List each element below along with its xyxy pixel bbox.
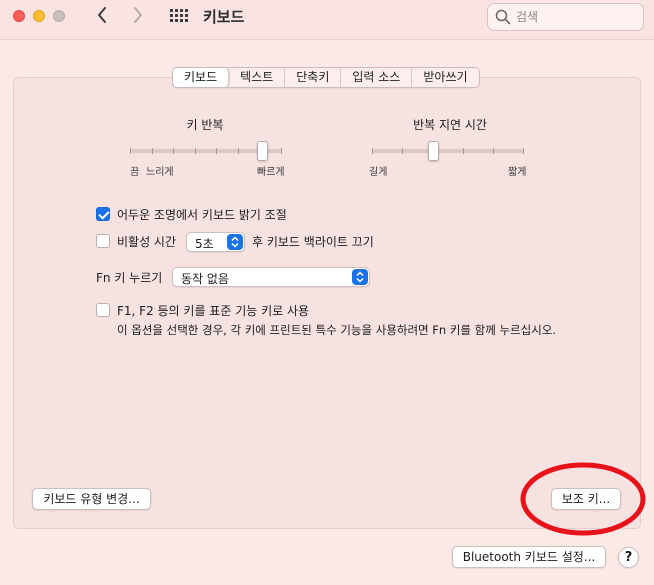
show-all-grid-icon[interactable]: [170, 9, 188, 23]
fn-key-label: Fn 키 누르기: [96, 271, 163, 285]
inactive-time-popup[interactable]: 5초: [186, 232, 245, 252]
repeat-delay-slider[interactable]: [372, 140, 524, 164]
tab-keyboard[interactable]: 키보드: [173, 68, 230, 87]
search-icon: [495, 9, 511, 25]
repeat-delay-tick: [463, 148, 464, 154]
key-repeat-tick: [281, 148, 282, 154]
fn-key-popup[interactable]: 동작 없음: [172, 267, 370, 287]
search-field[interactable]: [487, 3, 644, 31]
repeat-delay-tick: [523, 148, 524, 154]
repeat-delay-short-label: 짧게: [508, 167, 527, 178]
dim-light-label: 어두운 조명에서 키보드 밝기 조절: [117, 208, 287, 222]
chevron-right-icon: [134, 7, 142, 23]
chevron-left-icon: [98, 7, 106, 23]
tab-shortcuts[interactable]: 단축키: [285, 68, 342, 87]
repeat-delay-title: 반복 지연 시간: [413, 118, 487, 132]
inactive-backlight-label: 비활성 시간: [117, 235, 177, 249]
key-repeat-slow-label: 느리게: [146, 167, 174, 178]
close-window-button[interactable]: [13, 10, 25, 22]
bluetooth-keyboard-setup-button[interactable]: Bluetooth 키보드 설정...: [452, 546, 606, 568]
keyboard-preferences-window: 키보드 키보드 텍스트 단축키 입력 소스 받아쓰기 키 반복 끔 느리게 빠르…: [0, 0, 654, 585]
forward-button[interactable]: [127, 6, 149, 26]
key-repeat-tick: [216, 148, 217, 154]
dim-light-checkbox[interactable]: [96, 207, 110, 221]
inactive-backlight-suffix: 후 키보드 백라이트 끄기: [252, 235, 374, 249]
tab-dictation[interactable]: 받아쓰기: [412, 68, 478, 87]
search-input[interactable]: [516, 8, 636, 26]
key-repeat-tick: [130, 148, 131, 154]
repeat-delay-tick: [493, 148, 494, 154]
standard-function-keys-checkbox[interactable]: [96, 303, 110, 317]
inactive-time-value: 5초: [195, 237, 214, 251]
key-repeat-fast-label: 빠르게: [257, 167, 285, 178]
key-repeat-tick: [238, 148, 239, 154]
standard-function-keys-label: F1, F2 등의 키를 표준 기능 키로 사용: [117, 304, 310, 318]
key-repeat-tick: [195, 148, 196, 154]
tab-bar: 키보드 텍스트 단축키 입력 소스 받아쓰기: [172, 67, 480, 88]
repeat-delay-long-label: 길게: [369, 167, 388, 178]
popup-arrows-icon: [227, 234, 243, 250]
key-repeat-title: 키 반복: [186, 118, 224, 132]
help-button[interactable]: ?: [618, 547, 639, 568]
change-keyboard-type-button[interactable]: 키보드 유형 변경...: [32, 488, 151, 510]
inactive-backlight-checkbox[interactable]: [96, 234, 110, 248]
repeat-delay-knob[interactable]: [428, 141, 439, 161]
title-bar: 키보드: [0, 0, 654, 40]
tab-text[interactable]: 텍스트: [229, 68, 286, 87]
fn-key-value: 동작 없음: [181, 272, 229, 286]
standard-function-keys-description: 이 옵션을 선택한 경우, 각 키에 프린트된 특수 기능을 사용하려면 Fn …: [117, 323, 557, 337]
key-repeat-slider[interactable]: [130, 140, 282, 164]
window-title: 키보드: [203, 8, 245, 26]
key-repeat-tick: [173, 148, 174, 154]
key-repeat-tick: [152, 148, 153, 154]
repeat-delay-tick: [372, 148, 373, 154]
key-repeat-knob[interactable]: [257, 141, 268, 161]
popup-arrows-icon: [352, 269, 368, 285]
back-button[interactable]: [91, 6, 113, 26]
repeat-delay-track: [372, 149, 524, 153]
zoom-window-button[interactable]: [53, 10, 65, 22]
key-repeat-off-label: 끔: [130, 167, 140, 178]
minimize-window-button[interactable]: [33, 10, 45, 22]
annotation-highlight-ellipse: [520, 462, 646, 536]
tab-input-sources[interactable]: 입력 소스: [341, 68, 413, 87]
repeat-delay-tick: [402, 148, 403, 154]
